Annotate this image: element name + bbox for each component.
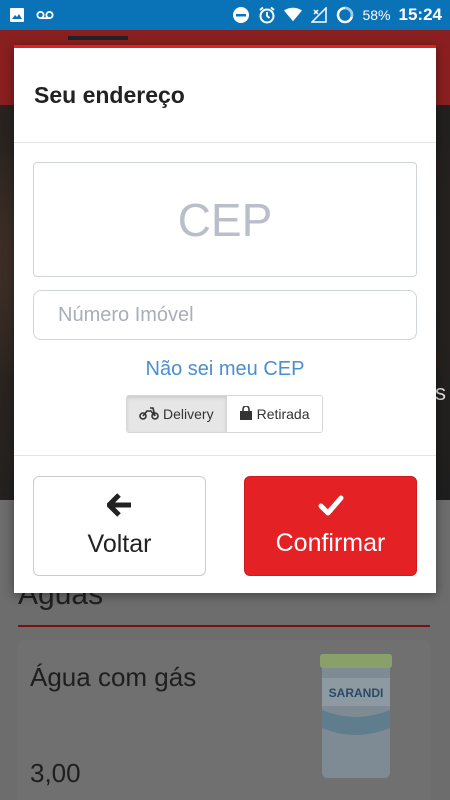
product-name: Água com gás — [30, 662, 197, 692]
battery-icon — [336, 6, 354, 24]
address-modal: Seu endereço Não sei meu CEP Delivery Re… — [14, 45, 436, 593]
modal-header: Seu endereço — [14, 48, 436, 143]
status-bar: 58% 15:24 — [0, 0, 450, 30]
back-button[interactable]: Voltar — [33, 476, 206, 576]
delivery-option[interactable]: Delivery — [127, 396, 226, 432]
modal-body: Não sei meu CEP Delivery Retirada — [14, 143, 436, 456]
house-number-input[interactable] — [33, 290, 417, 340]
shopping-bag-icon — [239, 404, 253, 423]
dont-know-cep-link[interactable]: Não sei meu CEP — [33, 358, 417, 381]
product-image: SARANDI — [316, 652, 396, 780]
checkmark-icon — [318, 494, 344, 523]
product-price: 3,00 — [30, 758, 81, 788]
confirm-label: Confirmar — [275, 529, 386, 557]
back-label: Voltar — [87, 530, 152, 558]
confirm-button[interactable]: Confirmar — [244, 476, 417, 576]
dnd-icon — [232, 6, 250, 24]
motorcycle-icon — [139, 406, 159, 423]
signal-icon — [310, 6, 328, 24]
voicemail-icon — [36, 6, 54, 24]
modal-title: Seu endereço — [34, 81, 185, 108]
section-divider — [18, 625, 430, 627]
product-brand: SARANDI — [329, 686, 384, 700]
banner-edge-text: s — [435, 380, 446, 405]
pickup-label: Retirada — [256, 406, 310, 422]
product-card[interactable]: Água com gás 3,00 SARANDI — [18, 640, 430, 800]
battery-percent: 58% — [362, 7, 391, 23]
delivery-mode-toggle: Delivery Retirada — [126, 395, 323, 433]
pickup-option[interactable]: Retirada — [225, 396, 322, 432]
image-icon — [8, 6, 26, 24]
alarm-icon — [258, 6, 276, 24]
modal-footer: Voltar Confirmar — [14, 476, 436, 576]
delivery-label: Delivery — [163, 406, 214, 422]
tab-indicator — [68, 36, 128, 40]
arrow-left-icon — [106, 493, 133, 524]
wifi-icon — [284, 6, 303, 24]
cep-input[interactable] — [33, 162, 417, 277]
clock: 15:24 — [398, 5, 442, 24]
